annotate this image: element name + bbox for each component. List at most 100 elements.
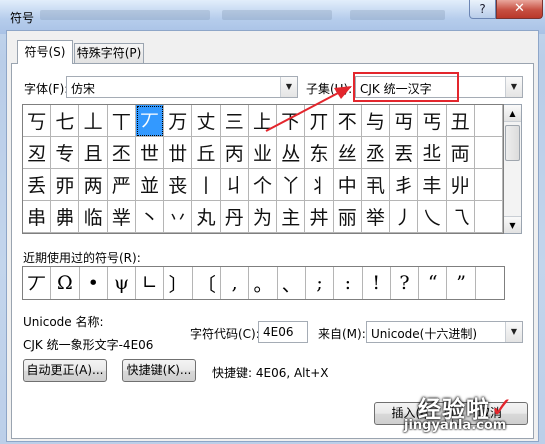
symbol-cell[interactable]: 不: [333, 105, 362, 137]
recent-symbol-cell[interactable]: “: [419, 267, 448, 299]
symbol-cell[interactable]: 丧: [164, 169, 193, 201]
scroll-up-icon[interactable]: ▲: [504, 105, 521, 122]
recent-symbol-cell[interactable]: Ω: [51, 267, 80, 299]
help-button[interactable]: ?: [469, 0, 496, 19]
recent-symbol-cell[interactable]: 、: [278, 267, 306, 299]
symbol-cell[interactable]: 丕: [107, 137, 136, 169]
symbol-cell[interactable]: 丷: [164, 201, 193, 233]
symbol-cell[interactable]: 丑: [446, 105, 475, 137]
symbol-cell[interactable]: 中: [333, 169, 362, 201]
recent-symbol-cell[interactable]: ψ: [108, 267, 137, 299]
recent-symbol-cell[interactable]: •: [80, 267, 108, 299]
symbol-cell[interactable]: 丰: [418, 169, 447, 201]
tab-symbols[interactable]: 符号(S): [17, 40, 73, 64]
symbol-cell[interactable]: 上: [248, 105, 278, 137]
symbol-cell[interactable]: 丂: [23, 105, 52, 137]
symbol-cell[interactable]: 为: [248, 201, 278, 233]
symbol-cell[interactable]: 丄: [79, 105, 108, 137]
symbol-cell[interactable]: 乀: [418, 201, 447, 233]
symbol-cell[interactable]: 丅: [107, 105, 136, 137]
symbol-cell[interactable]: 丨: [192, 169, 221, 201]
symbol-cell[interactable]: 与: [361, 105, 391, 137]
symbol-cell[interactable]: 三: [220, 105, 249, 137]
recent-symbol-cell[interactable]: ∟: [136, 267, 165, 299]
recent-symbol-cell[interactable]: ”: [447, 267, 476, 299]
symbol-cell[interactable]: 丝: [333, 137, 362, 169]
recent-symbol-cell[interactable]: 丆: [23, 267, 52, 299]
chevron-down-icon[interactable]: ▼: [505, 77, 522, 97]
recent-symbol-cell[interactable]: 〕: [164, 267, 193, 299]
recent-symbol-cell[interactable]: ,: [221, 267, 250, 299]
symbol-cell[interactable]: 东: [305, 137, 334, 169]
symbol-cell[interactable]: 两: [79, 169, 108, 201]
symbol-cell[interactable]: 乁: [446, 201, 475, 233]
tab-special-characters[interactable]: 特殊字符(P): [74, 43, 144, 64]
symbol-cell[interactable]: 丫: [277, 169, 306, 201]
from-value: Unicode(十六进制): [371, 327, 478, 341]
symbol-cell[interactable]: 临: [79, 201, 108, 233]
symbol-cell[interactable]: 丩: [220, 169, 249, 201]
symbol-cell[interactable]: 丬: [305, 169, 334, 201]
autocorrect-button[interactable]: 自动更正(A)...: [23, 359, 107, 382]
symbol-cell[interactable]: 丌: [305, 105, 334, 137]
symbol-cell[interactable]: 丼: [305, 201, 334, 233]
symbol-grid[interactable]: 丂七丄丅丆万丈三上下丌不与丏丐丑丒专且丕世丗丘丙业丛东丝丞丟丠両丢丣两严並丧丨丩…: [22, 104, 504, 234]
symbol-cell[interactable]: 両: [446, 137, 475, 169]
recent-symbol-cell[interactable]: ;: [306, 267, 335, 299]
symbol-cell[interactable]: 业: [248, 137, 278, 169]
recent-symbol-cell[interactable]: 〔: [193, 267, 222, 299]
recent-symbol-cell[interactable]: 。: [249, 267, 278, 299]
shortcut-key-button[interactable]: 快捷键(K)...: [122, 359, 196, 382]
symbol-cell[interactable]: 丵: [107, 201, 136, 233]
symbol-cell[interactable]: 丐: [418, 105, 447, 137]
symbol-cell[interactable]: 丙: [220, 137, 249, 169]
symbol-cell[interactable]: 主: [277, 201, 306, 233]
symbol-cell[interactable]: 丿: [390, 201, 419, 233]
char-code-input[interactable]: 4E06: [258, 321, 308, 343]
symbol-cell[interactable]: 丽: [333, 201, 362, 233]
symbol-cell[interactable]: 专: [51, 137, 80, 169]
symbol-cell[interactable]: 丸: [192, 201, 221, 233]
symbol-cell[interactable]: 丮: [361, 169, 391, 201]
from-select[interactable]: Unicode(十六进制) ▼: [366, 321, 523, 343]
watermark-url: jingyanla.com: [404, 418, 507, 433]
font-select[interactable]: 仿宋 ▼: [66, 76, 298, 98]
symbol-cell[interactable]: 串: [23, 201, 52, 233]
symbol-cell[interactable]: 丏: [390, 105, 419, 137]
recent-symbol-cell[interactable]: !: [363, 267, 391, 299]
recent-symbol-cell[interactable]: ?: [391, 267, 420, 299]
symbol-cell[interactable]: 丢: [23, 169, 52, 201]
symbol-cell[interactable]: 世: [135, 137, 165, 169]
symbol-cell[interactable]: 严: [107, 169, 136, 201]
symbol-cell-selected[interactable]: 丆: [135, 105, 165, 137]
symbol-cell[interactable]: 七: [51, 105, 80, 137]
symbol-cell[interactable]: 丞: [361, 137, 391, 169]
symbol-cell[interactable]: 下: [277, 105, 306, 137]
symbol-cell[interactable]: 且: [79, 137, 108, 169]
symbol-cell[interactable]: 丠: [418, 137, 447, 169]
grid-scrollbar[interactable]: ▲ ▼: [504, 104, 522, 234]
symbol-cell[interactable]: 丱: [446, 169, 475, 201]
scroll-thumb[interactable]: [505, 125, 520, 161]
close-button[interactable]: ✕: [496, 0, 543, 19]
symbol-cell[interactable]: 丈: [192, 105, 221, 137]
symbol-cell[interactable]: 举: [361, 201, 391, 233]
chevron-down-icon[interactable]: ▼: [505, 322, 522, 342]
recent-symbol-cell[interactable]: :: [334, 267, 363, 299]
symbol-cell[interactable]: 丳: [51, 201, 80, 233]
symbol-cell[interactable]: 丗: [164, 137, 193, 169]
recent-symbols-row[interactable]: 丆 Ω • ψ ∟ 〕〔,。、;:!? “”: [22, 266, 505, 300]
scroll-down-icon[interactable]: ▼: [504, 216, 521, 233]
symbol-cell[interactable]: 丹: [220, 201, 249, 233]
symbol-cell[interactable]: 丣: [51, 169, 80, 201]
symbol-cell[interactable]: 丘: [192, 137, 221, 169]
symbol-cell[interactable]: 万: [164, 105, 193, 137]
symbol-cell[interactable]: 丶: [135, 201, 165, 233]
symbol-cell[interactable]: 丯: [390, 169, 419, 201]
symbol-cell[interactable]: 丒: [23, 137, 52, 169]
symbol-cell[interactable]: 个: [248, 169, 278, 201]
chevron-down-icon[interactable]: ▼: [280, 77, 297, 97]
symbol-cell[interactable]: 並: [135, 169, 165, 201]
symbol-cell[interactable]: 丟: [390, 137, 419, 169]
symbol-cell[interactable]: 丛: [277, 137, 306, 169]
